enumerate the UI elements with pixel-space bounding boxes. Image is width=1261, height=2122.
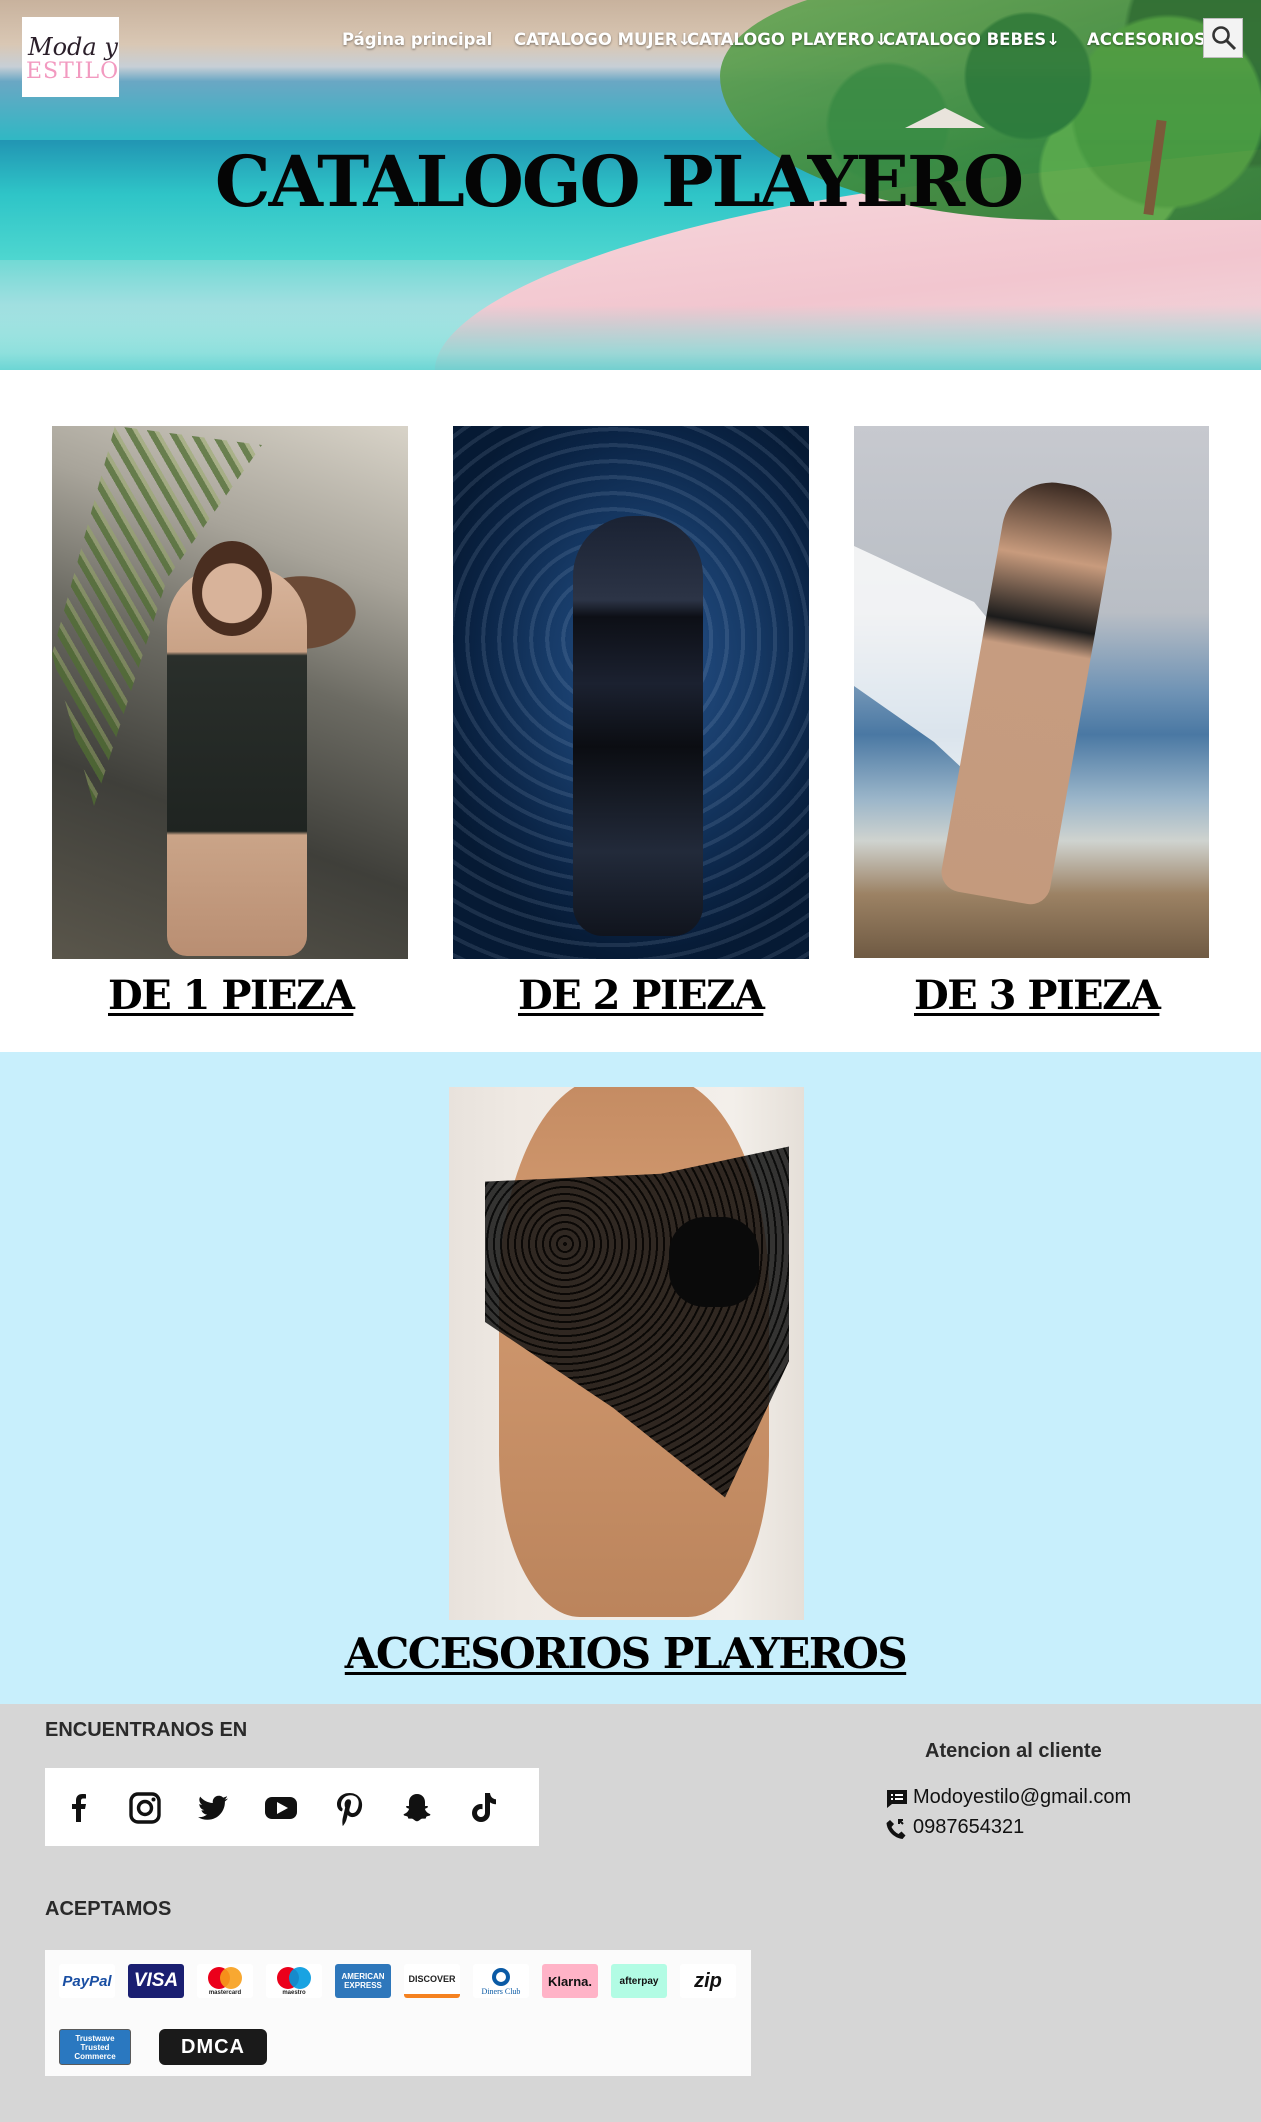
search-button[interactable] — [1203, 18, 1243, 58]
visa-badge: VISA — [128, 1964, 184, 1998]
nav-catalogo-playero[interactable]: CATALOGO PLAYERO↓ — [687, 30, 888, 49]
product-link-2-pieza[interactable]: DE 2 PIEZA — [518, 972, 765, 1019]
product-image-1-pieza[interactable] — [52, 426, 408, 959]
zip-badge: zip — [680, 1964, 736, 1998]
facebook-icon[interactable] — [61, 1790, 97, 1826]
product-grid: DE 1 PIEZA DE 2 PIEZA DE 3 PIEZA — [0, 370, 1261, 1052]
mastercard-badge: mastercard — [197, 1964, 253, 1998]
accessories-link[interactable]: ACCESORIOS PLAYEROS — [0, 1629, 1256, 1678]
footer: ENCUENTRANOS EN ACEPTAMOS PayPal VISA ma… — [0, 1704, 1261, 2122]
hero-banner: Moda y ESTILO Página principal CATALOGO … — [0, 0, 1261, 370]
dmca-badge: DMCA — [159, 2029, 267, 2065]
email-text: Modoyestilo@gmail.com — [913, 1786, 1132, 1808]
product-link-3-pieza[interactable]: DE 3 PIEZA — [914, 972, 1161, 1019]
instagram-icon[interactable] — [127, 1790, 163, 1826]
logo-line1: Moda y — [28, 33, 118, 61]
find-us-heading: ENCUENTRANOS EN — [45, 1719, 248, 1741]
logo[interactable]: Moda y ESTILO — [22, 17, 119, 97]
message-icon — [887, 1790, 907, 1808]
pinterest-icon[interactable] — [331, 1790, 367, 1826]
phone-text: 0987654321 — [913, 1816, 1025, 1838]
accept-heading: ACEPTAMOS — [45, 1898, 172, 1920]
search-icon — [1212, 26, 1237, 51]
product-link-1-pieza[interactable]: DE 1 PIEZA — [108, 972, 355, 1019]
youtube-icon[interactable] — [263, 1790, 299, 1826]
klarna-badge: Klarna. — [542, 1964, 598, 1998]
nav-catalogo-mujer[interactable]: CATALOGO MUJER↓ — [514, 30, 691, 49]
payment-methods: PayPal VISA mastercard maestro AMERICAN … — [45, 1950, 751, 2076]
amex-badge: AMERICAN EXPRESS — [335, 1964, 391, 1998]
maestro-icon — [277, 1967, 311, 1989]
discover-badge: DISCOVER — [404, 1964, 460, 1998]
nav-home[interactable]: Página principal — [342, 30, 492, 49]
contact-phone[interactable]: 0987654321 — [885, 1816, 1205, 1842]
accessories-image[interactable] — [449, 1087, 804, 1620]
service-heading: Atencion al cliente — [925, 1740, 1102, 1762]
nav-accesorios[interactable]: ACCESORIOS↓ — [1087, 30, 1220, 49]
mastercard-icon — [208, 1967, 242, 1989]
product-image-2-pieza[interactable] — [453, 426, 809, 959]
snapchat-icon[interactable] — [399, 1790, 435, 1826]
trustwave-badge: Trustwave Trusted Commerce — [59, 2029, 131, 2065]
tiktok-icon[interactable] — [465, 1790, 501, 1826]
hero-shore — [0, 305, 1261, 370]
diners-badge: Diners Club — [473, 1964, 529, 1998]
contact-email[interactable]: Modoyestilo@gmail.com — [885, 1786, 1205, 1812]
diners-icon — [492, 1967, 510, 1986]
afterpay-badge: afterpay — [611, 1964, 667, 1998]
paypal-badge: PayPal — [59, 1964, 115, 1998]
phone-icon — [886, 1819, 906, 1839]
twitter-icon[interactable] — [195, 1790, 231, 1826]
nav-catalogo-bebes[interactable]: CATALOGO BEBES↓ — [883, 30, 1060, 49]
social-links — [45, 1768, 539, 1846]
logo-line2: ESTILO — [26, 59, 120, 84]
product-image-3-pieza[interactable] — [854, 426, 1209, 958]
maestro-badge: maestro — [266, 1964, 322, 1998]
accessories-section: ACCESORIOS PLAYEROS — [0, 1052, 1261, 1704]
page-title: CATALOGO PLAYERO — [214, 140, 1024, 223]
